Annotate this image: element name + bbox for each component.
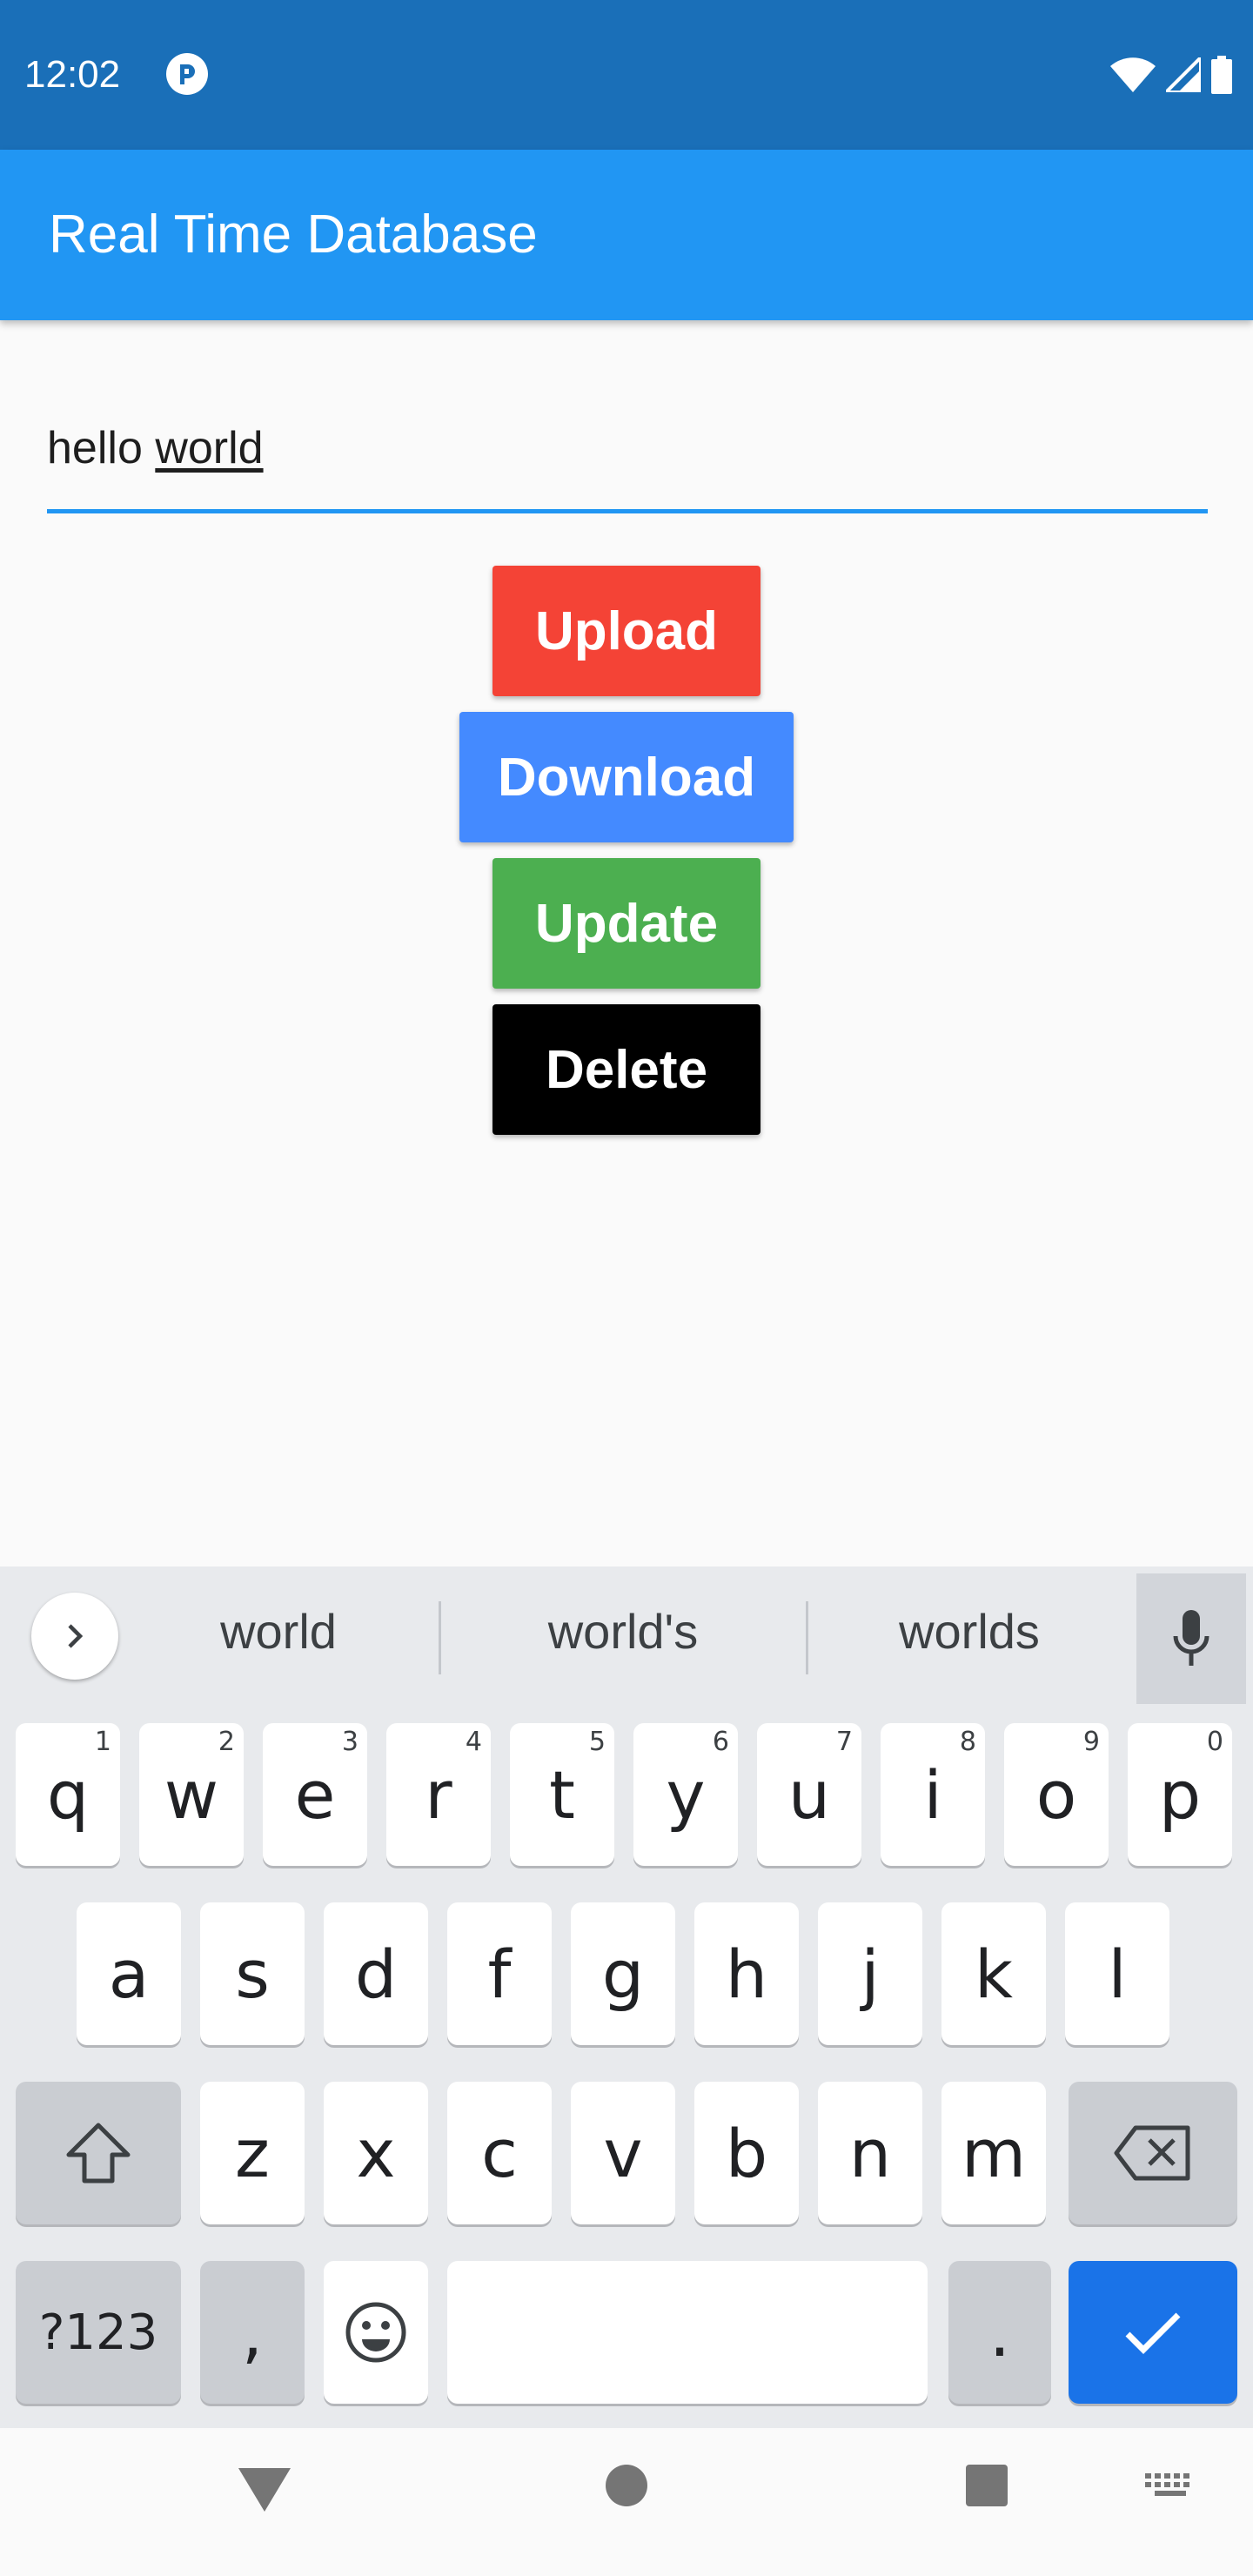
suggestion-3[interactable]: worlds xyxy=(839,1603,1100,1660)
key-label: i xyxy=(923,1755,942,1834)
key-t[interactable]: t5 xyxy=(510,1723,614,1866)
key-r[interactable]: r4 xyxy=(386,1723,491,1866)
backspace-key[interactable] xyxy=(1069,2082,1237,2224)
status-bar: 12:02 xyxy=(0,0,1253,150)
key-e[interactable]: e3 xyxy=(263,1723,367,1866)
signal-icon xyxy=(1166,57,1201,92)
key-q[interactable]: q1 xyxy=(16,1723,120,1866)
key-label: o xyxy=(1035,1755,1077,1834)
key-label: q xyxy=(46,1755,90,1834)
back-icon[interactable] xyxy=(237,2463,292,2515)
upload-button[interactable]: Upload xyxy=(492,566,761,696)
key-k[interactable]: k xyxy=(941,1902,1046,2045)
spacebar[interactable] xyxy=(447,2261,928,2404)
key-o[interactable]: o9 xyxy=(1004,1723,1109,1866)
pocket-casts-icon xyxy=(166,53,208,95)
key-c[interactable]: c xyxy=(447,2082,552,2224)
key-hint: 2 xyxy=(218,1727,235,1757)
chevron-right-icon[interactable] xyxy=(31,1593,118,1680)
key-label: y xyxy=(666,1755,706,1834)
home-icon[interactable] xyxy=(604,2463,649,2508)
status-time: 12:02 xyxy=(24,53,121,96)
keyboard-switch-icon[interactable] xyxy=(1143,2472,1196,2503)
input-text-plain: hello xyxy=(47,423,156,473)
battery-icon xyxy=(1211,56,1232,94)
key-n[interactable]: n xyxy=(818,2082,922,2224)
key-label: w xyxy=(164,1755,219,1834)
key-d[interactable]: d xyxy=(324,1902,428,2045)
delete-button[interactable]: Delete xyxy=(492,1004,761,1135)
input-value: hello world xyxy=(47,418,264,479)
key-hint: 1 xyxy=(94,1727,111,1757)
update-button[interactable]: Update xyxy=(492,858,761,989)
key-hint: 9 xyxy=(1082,1727,1100,1757)
key-hint: 6 xyxy=(712,1727,729,1757)
shift-key[interactable] xyxy=(16,2082,181,2224)
key-s[interactable]: s xyxy=(200,1902,305,2045)
input-underline xyxy=(47,509,1208,513)
mic-icon[interactable] xyxy=(1136,1573,1246,1704)
key-y[interactable]: y6 xyxy=(633,1723,738,1866)
key-label: r xyxy=(425,1755,452,1834)
key-j[interactable]: j xyxy=(818,1902,922,2045)
key-m[interactable]: m xyxy=(941,2082,1046,2224)
key-label: u xyxy=(787,1755,831,1834)
done-key[interactable] xyxy=(1069,2261,1237,2404)
suggestion-divider xyxy=(439,1601,441,1674)
key-u[interactable]: u7 xyxy=(757,1723,861,1866)
period-key[interactable]: . xyxy=(948,2261,1051,2404)
soft-keyboard: world world's worlds q1 w2 e3 r4 t5 y6 u… xyxy=(0,1566,1253,2428)
comma-key[interactable]: , xyxy=(200,2261,305,2404)
key-h[interactable]: h xyxy=(694,1902,799,2045)
key-hint: 0 xyxy=(1206,1727,1223,1757)
key-hint: 4 xyxy=(465,1727,482,1757)
key-z[interactable]: z xyxy=(200,2082,305,2224)
suggestion-strip: world world's worlds xyxy=(0,1566,1253,1706)
checkmark-icon xyxy=(1125,2312,1181,2354)
key-label: p xyxy=(1158,1755,1202,1834)
key-a[interactable]: a xyxy=(77,1902,181,2045)
suggestion-divider xyxy=(806,1601,808,1674)
input-text-composing: world xyxy=(155,423,264,473)
navigation-bar xyxy=(0,2428,1253,2576)
key-hint: 3 xyxy=(341,1727,358,1757)
key-hint: 8 xyxy=(959,1727,976,1757)
key-label: t xyxy=(549,1755,575,1834)
symbols-key[interactable]: ?123 xyxy=(16,2261,181,2404)
message-input[interactable]: hello world xyxy=(47,400,1208,513)
key-v[interactable]: v xyxy=(571,2082,675,2224)
key-x[interactable]: x xyxy=(324,2082,428,2224)
key-i[interactable]: i8 xyxy=(881,1723,985,1866)
key-f[interactable]: f xyxy=(447,1902,552,2045)
wifi-icon xyxy=(1110,57,1156,92)
key-b[interactable]: b xyxy=(694,2082,799,2224)
key-l[interactable]: l xyxy=(1065,1902,1169,2045)
shift-icon xyxy=(66,2123,131,2184)
key-g[interactable]: g xyxy=(571,1902,675,2045)
emoji-icon xyxy=(345,2302,406,2363)
key-label: ?123 xyxy=(38,2304,158,2361)
key-hint: 7 xyxy=(835,1727,853,1757)
app-bar: Real Time Database xyxy=(0,150,1253,320)
download-button[interactable]: Download xyxy=(459,712,794,842)
emoji-key[interactable] xyxy=(324,2261,428,2404)
key-hint: 5 xyxy=(588,1727,606,1757)
suggestion-1[interactable]: world xyxy=(148,1603,409,1660)
recents-icon[interactable] xyxy=(964,2463,1009,2508)
backspace-icon xyxy=(1114,2125,1190,2181)
status-icons xyxy=(1110,50,1232,99)
app-title: Real Time Database xyxy=(49,205,538,265)
key-label: e xyxy=(294,1755,336,1834)
key-w[interactable]: w2 xyxy=(139,1723,244,1866)
suggestion-2[interactable]: world's xyxy=(492,1603,754,1660)
key-p[interactable]: p0 xyxy=(1128,1723,1232,1866)
